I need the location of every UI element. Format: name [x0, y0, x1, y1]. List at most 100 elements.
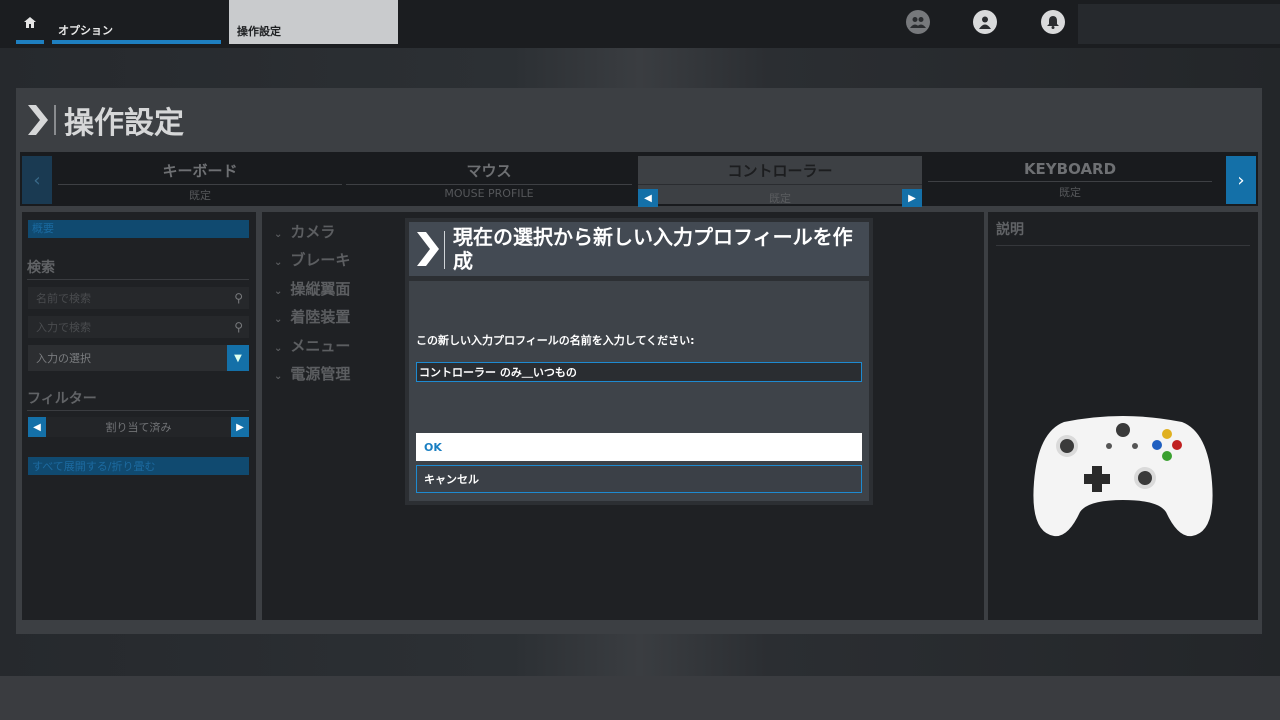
filter-selector: ◀ 割り当て済み ▶ [28, 417, 249, 437]
filter-title: フィルター [27, 391, 97, 407]
category-overview-button[interactable]: 概要 [28, 220, 249, 238]
divider [27, 410, 249, 411]
tabs-prev-button[interactable]: ‹ [22, 156, 52, 204]
divider [27, 279, 249, 280]
profile-button[interactable] [973, 10, 997, 34]
profile-prev-button[interactable]: ◀ [638, 189, 658, 207]
category-control-surfaces[interactable]: ⌄ 操縦翼面 [274, 278, 350, 299]
search-input-input[interactable]: 入力で検索 ⚲ [28, 316, 249, 338]
group-button[interactable] [906, 10, 930, 34]
device-tab-subtitle: 既定 [1059, 186, 1081, 199]
category-label: ブレーキ [290, 251, 351, 269]
chevron-down-icon: ⌄ [274, 371, 283, 382]
device-tab-mouse[interactable]: マウス MOUSE PROFILE [346, 156, 632, 204]
chevron-down-icon: ▼ [227, 345, 249, 371]
search-title: 検索 [27, 260, 55, 276]
chevron-left-icon: ◀ [33, 421, 41, 433]
home-tab-underline [16, 40, 44, 44]
chevron-right-icon [28, 105, 48, 135]
description-title: 説明 [996, 222, 1024, 238]
device-tab-controller[interactable]: コントローラー ◀ 既定 ▶ [638, 156, 922, 207]
chevron-right-icon: ▶ [236, 421, 244, 433]
filter-prev-button[interactable]: ◀ [28, 417, 46, 437]
home-tab[interactable] [16, 0, 44, 44]
chevron-right-icon: ▶ [908, 192, 916, 204]
expand-collapse-button[interactable]: すべて展開する/折り畳む [28, 457, 249, 475]
page-header: 操作設定 [28, 100, 184, 141]
divider [928, 181, 1212, 182]
device-tab-subtitle: 既定 [769, 192, 791, 205]
tabs-next-button[interactable]: › [1226, 156, 1256, 204]
dialog-title: 現在の選択から新しい入力プロフィールを作成 [453, 225, 853, 273]
cancel-button[interactable]: キャンセル [416, 465, 862, 493]
device-tab-subtitle: MOUSE PROFILE [444, 187, 534, 200]
profile-name-input[interactable] [416, 362, 862, 382]
device-tab-title: キーボード [162, 162, 238, 180]
bottom-bar [0, 676, 1280, 720]
input-select-label: 入力の選択 [36, 352, 91, 365]
tab-options[interactable]: オプション [52, 0, 221, 44]
chevron-down-icon: ⌄ [274, 286, 283, 297]
device-tab-keyboard[interactable]: キーボード 既定 [58, 156, 342, 204]
search-name-placeholder: 名前で検索 [36, 292, 91, 305]
category-power-management[interactable]: ⌄ 電源管理 [274, 363, 350, 384]
chevron-down-icon: ⌄ [274, 229, 283, 240]
chevron-right-icon: › [1237, 169, 1245, 191]
profile-selector: ◀ 既定 ▶ [638, 187, 922, 207]
filter-next-button[interactable]: ▶ [231, 417, 249, 437]
title-separator [444, 231, 445, 269]
device-tab-subtitle: 既定 [189, 189, 211, 202]
category-camera[interactable]: ⌄ カメラ [274, 221, 335, 242]
divider [638, 184, 922, 185]
notifications-button[interactable] [1041, 10, 1065, 34]
chevron-right-icon [417, 232, 439, 266]
dialog-header: 現在の選択から新しい入力プロフィールを作成 [409, 222, 869, 276]
top-right-area [1078, 4, 1280, 44]
ok-button[interactable]: OK [416, 433, 862, 461]
search-icon: ⚲ [234, 291, 243, 305]
category-menu[interactable]: ⌄ メニュー [274, 335, 350, 356]
sidebar [22, 212, 256, 620]
group-icon [910, 17, 926, 28]
top-bar: オプション 操作設定 [0, 0, 1280, 48]
device-tab-title: KEYBOARD [1023, 160, 1117, 178]
page-title: 操作設定 [64, 106, 184, 141]
search-icon: ⚲ [234, 320, 243, 334]
search-name-input[interactable]: 名前で検索 ⚲ [28, 287, 249, 309]
chevron-left-icon: ‹ [33, 169, 41, 191]
input-select-dropdown[interactable]: 入力の選択 ▼ [28, 345, 249, 371]
chevron-down-icon: ⌄ [274, 343, 283, 354]
category-brakes[interactable]: ⌄ ブレーキ [274, 249, 350, 270]
device-tab-title: コントローラー [727, 162, 833, 180]
tab-controls-label: 操作設定 [237, 25, 281, 38]
divider [58, 184, 342, 185]
category-label: 操縦翼面 [290, 280, 351, 298]
category-label: カメラ [290, 223, 336, 241]
title-separator [54, 105, 56, 135]
divider [346, 184, 632, 185]
chevron-left-icon: ◀ [644, 192, 652, 204]
category-label: メニュー [290, 337, 351, 355]
xbox-controller-icon [1033, 416, 1213, 537]
category-label: 着陸装置 [290, 308, 351, 326]
ok-button-label: OK [424, 440, 442, 454]
home-icon [24, 16, 36, 28]
chevron-down-icon: ⌄ [274, 314, 283, 325]
category-landing-gear[interactable]: ⌄ 着陸装置 [274, 306, 350, 327]
tab-controls[interactable]: 操作設定 [229, 0, 398, 44]
category-overview-label: 概要 [32, 222, 54, 235]
category-label: 電源管理 [290, 365, 351, 383]
filter-value: 割り当て済み [105, 421, 172, 434]
device-tab-keyboard-2[interactable]: KEYBOARD 既定 [928, 156, 1212, 204]
expand-collapse-label: すべて展開する/折り畳む [32, 460, 156, 473]
tab-options-label: オプション [58, 24, 113, 37]
search-input-placeholder: 入力で検索 [36, 321, 91, 334]
profile-next-button[interactable]: ▶ [902, 189, 922, 207]
dialog-prompt: この新しい入力プロフィールの名前を入力してください: [416, 334, 695, 347]
tab-options-underline [52, 40, 221, 44]
bell-icon [1047, 16, 1059, 29]
device-tab-title: マウス [466, 162, 512, 180]
chevron-down-icon: ⌄ [274, 257, 283, 268]
divider [996, 245, 1250, 246]
user-icon [979, 16, 991, 29]
